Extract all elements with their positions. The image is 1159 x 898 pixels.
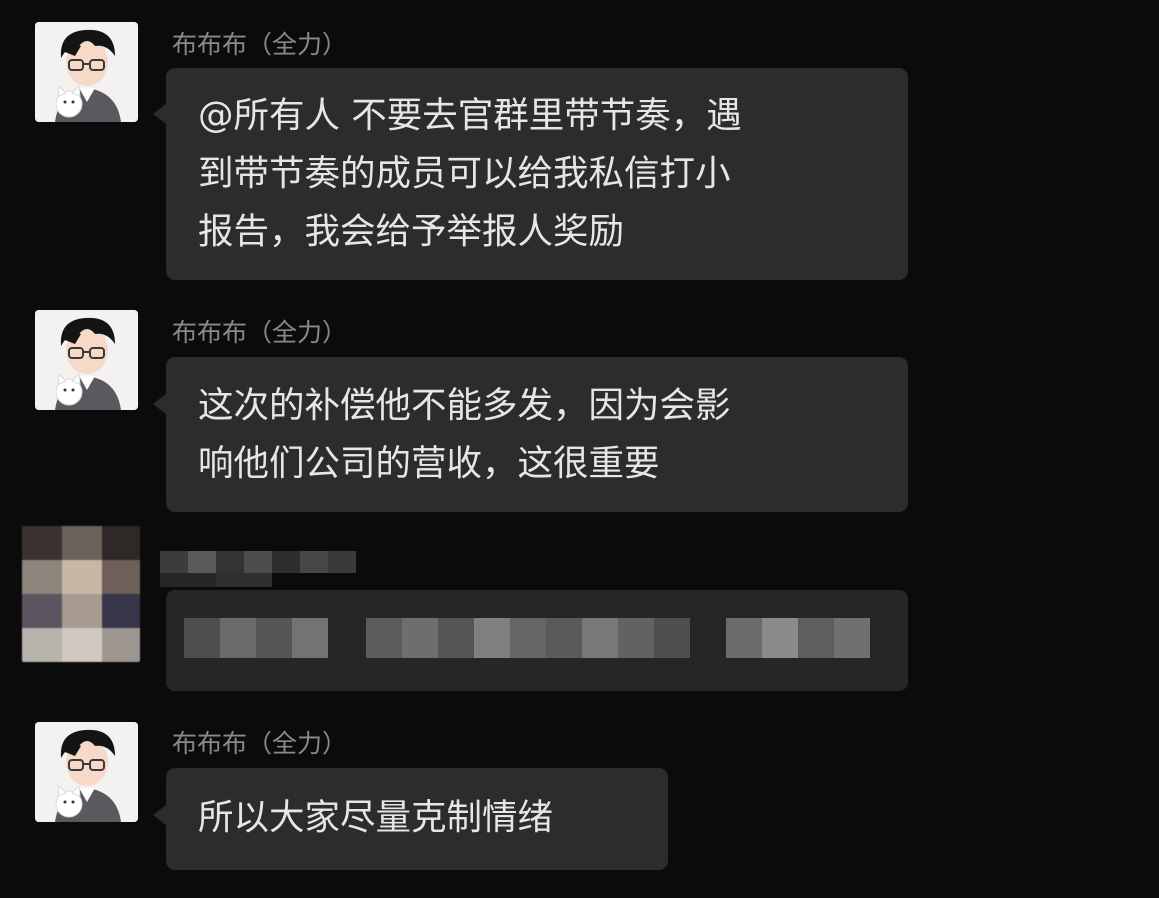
message-text-line: 到带节奏的成员可以给我私信打小 bbox=[198, 153, 731, 194]
chat-history: 布布布（全力） @所有人 不要去官群里带节奏，遇 到带节奏的成员可以给我私信打小… bbox=[0, 0, 1159, 898]
avatar[interactable] bbox=[35, 310, 138, 410]
message-bubble[interactable]: 这次的补偿他不能多发，因为会影 响他们公司的营收，这很重要 bbox=[153, 357, 908, 512]
cartoon-avatar-icon bbox=[35, 310, 138, 410]
avatar[interactable] bbox=[35, 22, 138, 122]
message-text-line: 这次的补偿他不能多发，因为会影 bbox=[198, 385, 731, 426]
message-bubble[interactable]: @所有人 不要去官群里带节奏，遇 到带节奏的成员可以给我私信打小 报告，我会给予… bbox=[153, 68, 908, 280]
message-text-line: 报告，我会给予举报人奖励 bbox=[198, 211, 625, 252]
cartoon-avatar-icon bbox=[35, 722, 138, 822]
avatar[interactable] bbox=[35, 722, 138, 822]
cartoon-avatar-icon bbox=[35, 22, 138, 122]
pixelated-avatar-icon[interactable] bbox=[22, 526, 140, 662]
pixelated-sender-name bbox=[160, 545, 390, 590]
message-text-line: @所有人 不要去官群里带节奏，遇 bbox=[198, 95, 742, 136]
message-bubble[interactable]: 所以大家尽量克制情绪 bbox=[153, 768, 668, 870]
sender-name[interactable]: 布布布（全力） bbox=[172, 30, 347, 60]
sender-name[interactable]: 布布布（全力） bbox=[172, 318, 347, 348]
pixelated-message-bubble[interactable] bbox=[166, 590, 908, 691]
message-text-line: 响他们公司的营收，这很重要 bbox=[198, 443, 660, 484]
message-text-line: 所以大家尽量克制情绪 bbox=[198, 797, 554, 838]
sender-name[interactable]: 布布布（全力） bbox=[172, 729, 347, 759]
